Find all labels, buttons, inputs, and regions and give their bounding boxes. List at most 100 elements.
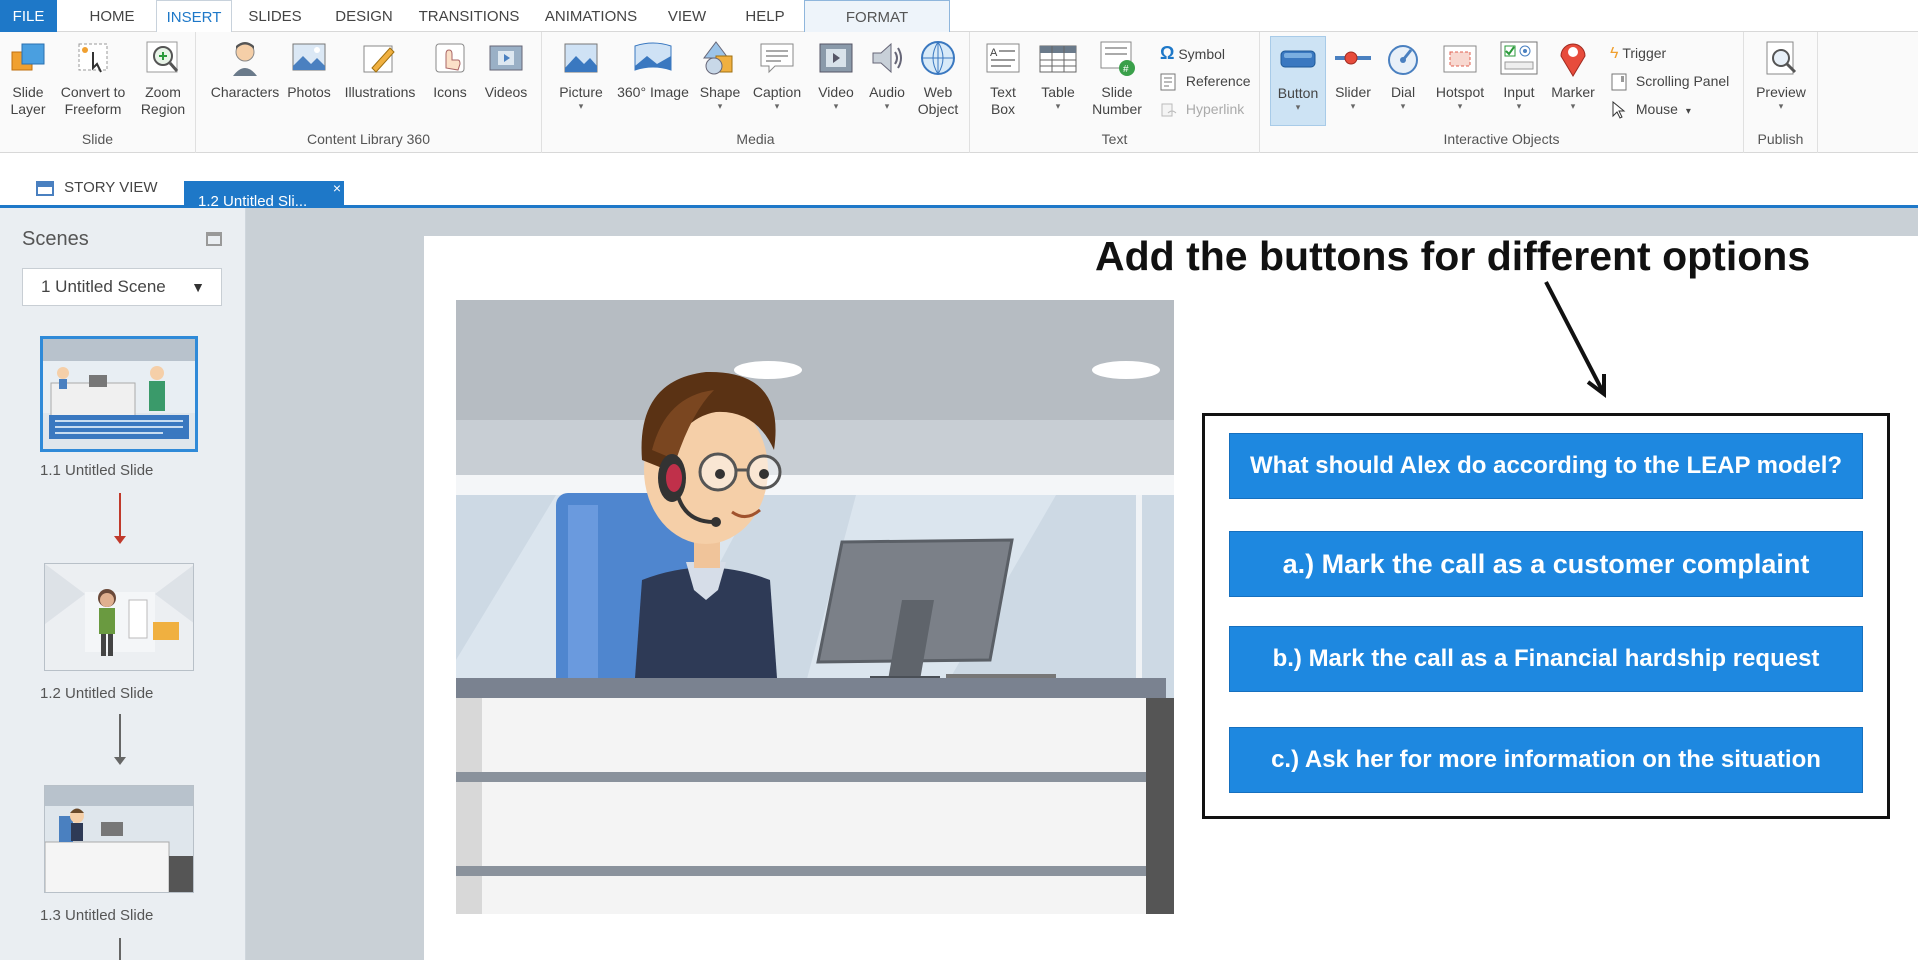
audio-label: Audio (869, 84, 905, 100)
picture-label: Picture (559, 84, 603, 100)
video-dropdown-icon: ▾ (833, 101, 839, 111)
input-icon (1500, 41, 1538, 75)
tab-insert[interactable]: INSERT (156, 0, 232, 33)
table-button[interactable]: Table ▾ (1030, 38, 1086, 111)
slide-number-icon: # (1100, 41, 1135, 76)
marker-icon (1560, 43, 1586, 77)
shape-button[interactable]: Shape ▾ (694, 38, 746, 111)
tab-format[interactable]: FORMAT (804, 0, 950, 32)
text-box-icon: A (986, 43, 1020, 73)
slide-layer-button[interactable]: Slide Layer (4, 38, 52, 118)
web-object-button[interactable]: Web Object (912, 38, 964, 118)
lightning-icon: ϟ (1610, 45, 1619, 62)
tab-view[interactable]: VIEW (656, 0, 718, 32)
input-button[interactable]: Input ▾ (1494, 38, 1544, 111)
icons-icon (435, 43, 465, 73)
option-b-button[interactable]: b.) Mark the call as a Financial hardshi… (1229, 626, 1863, 692)
photos-button[interactable]: Photos (282, 38, 336, 101)
button-tool-button[interactable]: Button ▾ (1270, 36, 1326, 126)
tab-transitions[interactable]: TRANSITIONS (414, 0, 524, 32)
tab-home[interactable]: HOME (70, 0, 154, 32)
option-a-button[interactable]: a.) Mark the call as a customer complain… (1229, 531, 1863, 597)
hyperlink-button[interactable]: Hyperlink (1160, 98, 1244, 120)
slide-label-1-3: 1.3 Untitled Slide (40, 907, 154, 924)
ribbon-group-slide: Slide Layer Convert to Freeform Zoom Reg… (0, 32, 196, 153)
tab-slides[interactable]: SLIDES (240, 0, 310, 32)
slide-number-label-1: Slide (1101, 84, 1133, 100)
illustrations-label: Illustrations (344, 84, 416, 100)
slide-thumbnail-1-1[interactable] (40, 336, 198, 452)
videos-button[interactable]: Videos (478, 38, 534, 101)
slide-thumbnail-1-3[interactable] (44, 785, 194, 893)
zoom-label-1: Zoom (145, 84, 181, 100)
caption-dropdown-icon: ▾ (774, 101, 780, 111)
shape-label: Shape (699, 84, 741, 100)
image-360-button[interactable]: 360° Image (612, 38, 694, 101)
marker-dropdown-icon: ▾ (1570, 101, 1576, 111)
symbol-label: Symbol (1178, 46, 1226, 62)
scene-select[interactable]: 1 Untitled Scene ▼ (22, 268, 222, 306)
preview-button[interactable]: Preview ▾ (1752, 38, 1810, 111)
dial-dropdown-icon: ▾ (1400, 101, 1406, 111)
dial-button[interactable]: Dial ▾ (1380, 38, 1426, 111)
scrolling-panel-label: Scrolling Panel (1635, 73, 1730, 89)
slider-icon (1335, 51, 1371, 65)
reference-button[interactable]: Reference (1160, 70, 1250, 92)
slide-layer-label-1: Slide (12, 84, 44, 100)
symbol-button[interactable]: Ω Symbol (1160, 42, 1225, 64)
shape-icon (703, 41, 733, 75)
tab-animations[interactable]: ANIMATIONS (536, 0, 646, 32)
audio-button[interactable]: Audio ▾ (862, 38, 912, 111)
picture-button[interactable]: Picture ▾ (552, 38, 610, 111)
hotspot-button[interactable]: Hotspot ▾ (1428, 38, 1492, 111)
caption-button[interactable]: Caption ▾ (746, 38, 808, 111)
marker-button[interactable]: Marker ▾ (1546, 38, 1600, 111)
characters-label: Characters (210, 84, 280, 100)
close-tab-icon[interactable]: × (333, 168, 341, 209)
trigger-button[interactable]: ϟ Trigger (1610, 42, 1666, 64)
characters-button[interactable]: Characters (208, 38, 282, 101)
ribbon-group-media: Picture ▾ 360° Image Shape ▾ Caption ▾ V… (542, 32, 970, 153)
mouse-button[interactable]: Mouse ▾ (1610, 98, 1691, 120)
convert-label-2: Freeform (64, 101, 122, 117)
scrolling-panel-button[interactable]: Scrolling Panel (1610, 70, 1729, 92)
scenes-panel-icon[interactable] (206, 232, 222, 246)
story-view-icon (36, 180, 54, 196)
zoom-region-button[interactable]: Zoom Region (136, 38, 190, 118)
preview-dropdown-icon: ▾ (1778, 101, 1784, 111)
shape-dropdown-icon: ▾ (717, 101, 723, 111)
ribbon-group-publish: Preview ▾ Publish (1744, 32, 1818, 153)
caption-label: Caption (752, 84, 802, 100)
tab-design[interactable]: DESIGN (322, 0, 406, 32)
slide-layer-icon (11, 43, 45, 71)
image-360-icon (634, 42, 672, 71)
characters-icon (233, 42, 257, 76)
branch-arrow-2 (114, 757, 126, 765)
hyperlink-label: Hyperlink (1185, 101, 1245, 117)
trigger-label: Trigger (1622, 45, 1667, 61)
slide-number-button[interactable]: # Slide Number (1088, 38, 1146, 118)
caption-icon (760, 43, 794, 74)
call-center-agent-image (456, 300, 1174, 914)
icons-button[interactable]: Icons (426, 38, 474, 101)
text-box-button[interactable]: A Text Box (980, 38, 1026, 118)
video-button[interactable]: Video ▾ (810, 38, 862, 111)
tab-help[interactable]: HELP (730, 0, 800, 32)
video-label: Video (818, 84, 854, 100)
omega-icon: Ω (1160, 43, 1175, 63)
story-view-tab[interactable]: STORY VIEW (22, 167, 172, 208)
photos-icon (292, 43, 326, 71)
option-c-button[interactable]: c.) Ask her for more information on the … (1229, 727, 1863, 793)
slider-button[interactable]: Slider ▾ (1328, 38, 1378, 111)
slide-thumbnail-1-2[interactable] (44, 563, 194, 671)
illustrations-button[interactable]: Illustrations (336, 38, 424, 101)
tab-file[interactable]: FILE (0, 0, 57, 32)
call-center-illustration (456, 300, 1174, 914)
hotspot-icon (1443, 45, 1477, 73)
menu-tabbar: FILE HOME INSERT SLIDES DESIGN TRANSITIO… (0, 0, 1918, 33)
question-button[interactable]: What should Alex do according to the LEA… (1229, 433, 1863, 499)
web-object-label-1: Web (923, 84, 953, 100)
globe-icon (921, 41, 955, 75)
mouse-dropdown-icon: ▾ (1685, 106, 1691, 117)
convert-freeform-button[interactable]: Convert to Freeform (54, 38, 132, 118)
